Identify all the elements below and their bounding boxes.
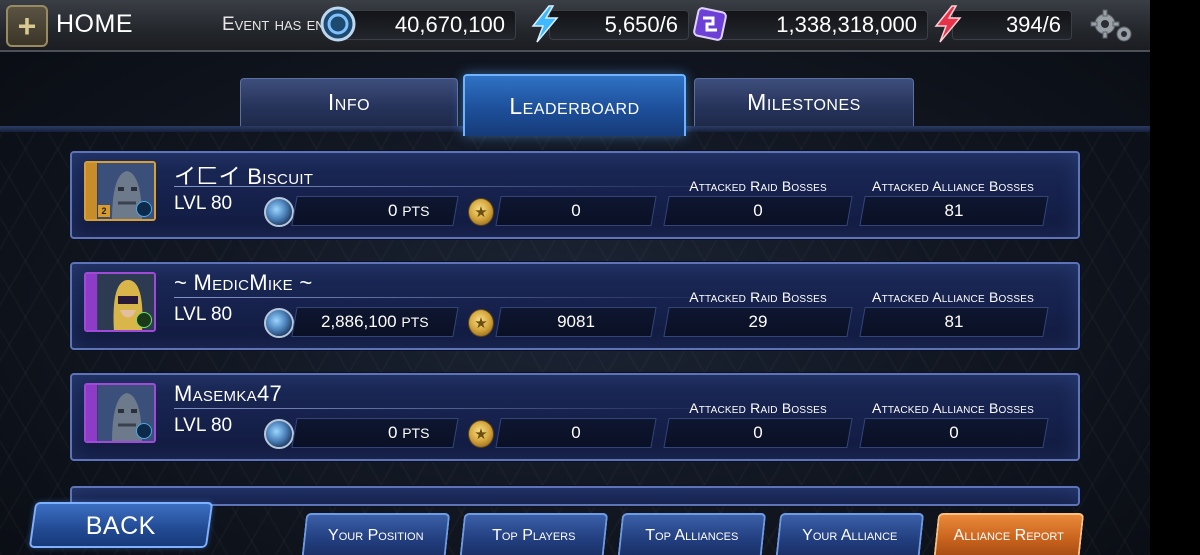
- raid-bosses-value: 29: [748, 312, 768, 331]
- alliance-bosses-value: 81: [944, 201, 964, 220]
- medal-icon: ★: [468, 309, 494, 337]
- medals-field: 0: [495, 418, 657, 448]
- red-bolt-icon: [934, 5, 962, 43]
- tab-milestones[interactable]: Milestones: [694, 78, 914, 126]
- top-alliances-label: Top Alliances: [645, 527, 739, 544]
- points-orb-icon: [264, 419, 294, 449]
- raid-bosses-label: Attacked Raid Bosses: [689, 178, 827, 194]
- back-button[interactable]: BACK: [28, 502, 214, 548]
- points-value: 0: [387, 201, 398, 220]
- eye-icon: [136, 423, 152, 439]
- alliance-report-button[interactable]: Alliance Report: [933, 513, 1085, 555]
- player-name: ~ MedicMike ~: [174, 270, 313, 295]
- top-alliances-button[interactable]: Top Alliances: [617, 513, 767, 555]
- back-label: BACK: [85, 512, 156, 540]
- pts-unit: PTS: [401, 425, 429, 441]
- top-bar: + HOME Event has ended 40,670,100 5,650/…: [0, 0, 1150, 52]
- points-field: 0 PTS: [291, 418, 459, 448]
- raid-bosses-field: 29: [663, 307, 853, 337]
- medals-field: 0: [495, 196, 657, 226]
- alliance-bosses-field: 81: [859, 196, 1049, 226]
- leaderboard-row-partial: [70, 486, 1080, 506]
- raid-bosses-field: 0: [663, 196, 853, 226]
- alliance-bosses-value: 81: [944, 312, 964, 331]
- alliance-bosses-label: Attacked Alliance Bosses: [872, 400, 1034, 416]
- eye-icon: [136, 201, 152, 217]
- raid-bosses-label: Attacked Raid Bosses: [689, 400, 827, 416]
- credits-value: 40,670,100: [338, 10, 516, 40]
- avatar: 2: [84, 161, 156, 221]
- medals-value: 9081: [557, 312, 595, 331]
- energy-bolt-icon: [531, 5, 559, 43]
- points-value: 0: [387, 423, 398, 442]
- gear-value: 1,338,318,000: [716, 10, 928, 40]
- top-players-label: Top Players: [492, 527, 576, 544]
- your-alliance-button[interactable]: Your Alliance: [775, 513, 925, 555]
- medal-icon: ★: [468, 420, 494, 448]
- points-field: 0 PTS: [291, 196, 459, 226]
- player-name: Masemka47: [174, 381, 283, 406]
- avatar: [84, 272, 156, 332]
- alliance-bosses-label: Attacked Alliance Bosses: [872, 178, 1034, 194]
- leaderboard-row[interactable]: Masemka47 LVL 80 0 PTS ★ 0 Attacked Raid…: [70, 373, 1080, 461]
- leaderboard-row[interactable]: ~ MedicMike ~ LVL 80 2,886,100 PTS ★ 908…: [70, 262, 1080, 350]
- points-orb-icon: [264, 308, 294, 338]
- game-viewport: + HOME Event has ended 40,670,100 5,650/…: [0, 0, 1150, 555]
- raid-bosses-field: 0: [663, 418, 853, 448]
- raid-bosses-value: 0: [753, 201, 763, 220]
- plus-icon: +: [17, 8, 37, 44]
- pvp-energy-value: 394/6: [952, 10, 1072, 40]
- tab-leaderboard[interactable]: Leaderboard: [463, 74, 686, 136]
- player-level: LVL 80: [174, 193, 233, 214]
- medals-field: 9081: [495, 307, 657, 337]
- raid-bosses-value: 0: [753, 423, 763, 442]
- player-level: LVL 80: [174, 415, 233, 436]
- rank-badge: 2: [98, 205, 110, 217]
- your-position-label: Your Position: [328, 527, 424, 544]
- biohazard-icon: [136, 312, 152, 328]
- gear-chip-icon: [693, 7, 727, 41]
- medals-value: 0: [571, 423, 581, 442]
- alliance-bosses-label: Attacked Alliance Bosses: [872, 289, 1034, 305]
- points-value: 2,886,100: [321, 312, 398, 331]
- alliance-bosses-field: 0: [859, 418, 1049, 448]
- alliance-bosses-field: 81: [859, 307, 1049, 337]
- settings-gear-icon[interactable]: [1088, 8, 1136, 44]
- your-alliance-label: Your Alliance: [802, 527, 898, 544]
- points-orb-icon: [264, 197, 294, 227]
- player-level: LVL 80: [174, 304, 233, 325]
- credits-icon: [320, 6, 356, 42]
- energy-value: 5,650/6: [549, 10, 689, 40]
- avatar: [84, 383, 156, 443]
- medal-icon: ★: [468, 198, 494, 226]
- points-field: 2,886,100 PTS: [291, 307, 459, 337]
- alliance-bosses-value: 0: [949, 423, 959, 442]
- raid-bosses-label: Attacked Raid Bosses: [689, 289, 827, 305]
- home-button[interactable]: +: [6, 5, 48, 47]
- medals-value: 0: [571, 201, 581, 220]
- your-position-button[interactable]: Your Position: [301, 513, 451, 555]
- tab-info[interactable]: Info: [240, 78, 458, 126]
- top-players-button[interactable]: Top Players: [459, 513, 609, 555]
- pts-unit: PTS: [401, 314, 429, 330]
- leaderboard-row[interactable]: 2 イ匚イ Biscuit LVL 80 0 PTS ★ 0 Attacked …: [70, 151, 1080, 239]
- pts-unit: PTS: [401, 203, 429, 219]
- home-label[interactable]: HOME: [56, 10, 133, 39]
- alliance-report-label: Alliance Report: [953, 527, 1064, 544]
